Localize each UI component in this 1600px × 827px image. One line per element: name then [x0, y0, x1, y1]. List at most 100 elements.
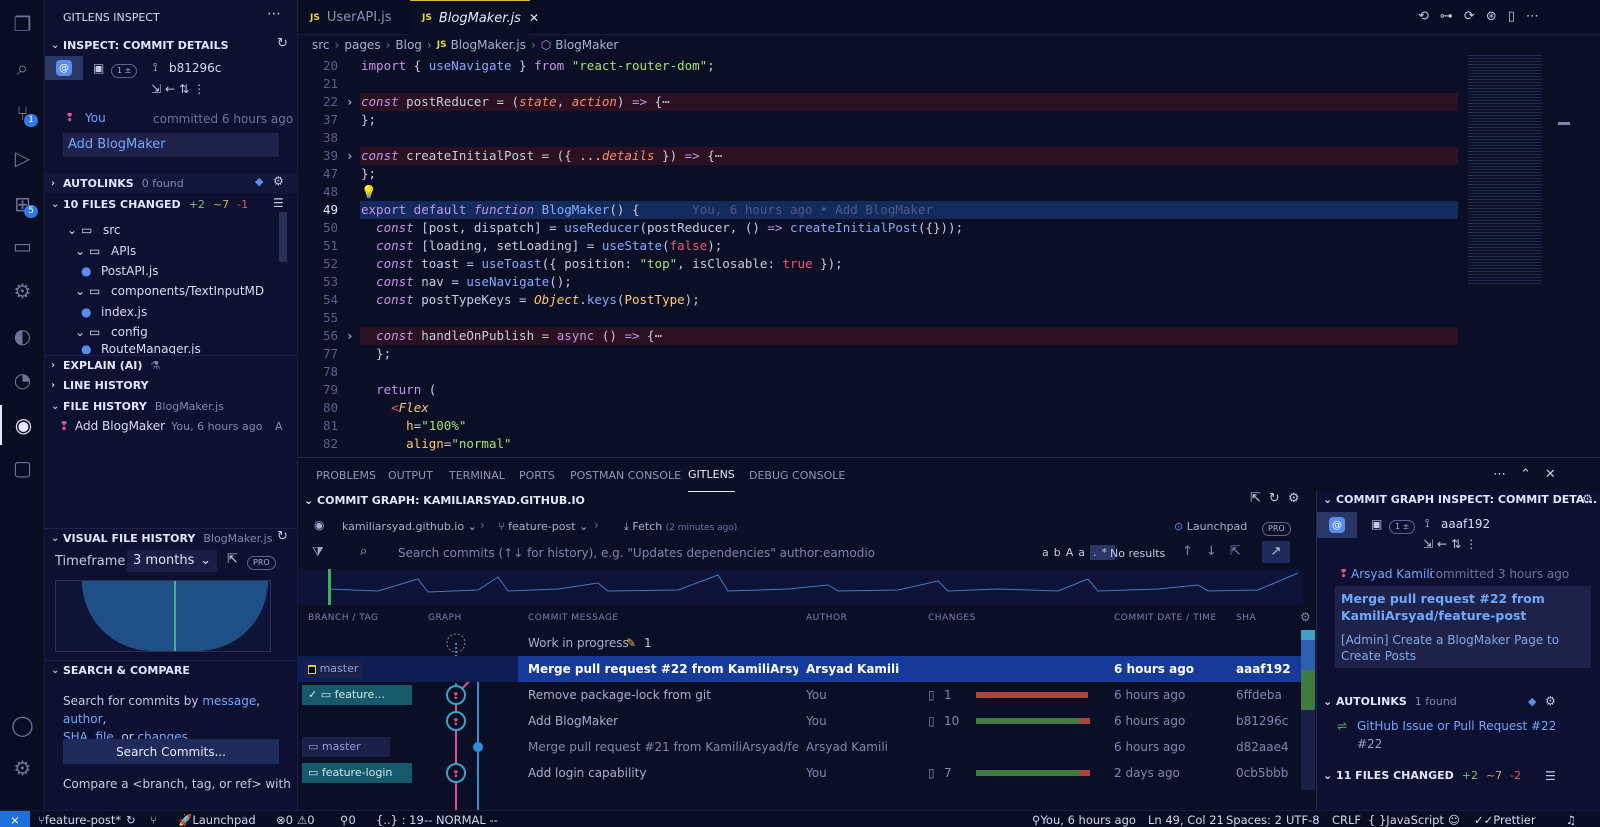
- commit-icon[interactable]: ⊶: [1440, 9, 1464, 24]
- working-changes-icon[interactable]: ▣: [1371, 517, 1382, 531]
- minimap-slider[interactable]: [1558, 122, 1570, 125]
- run-debug-icon[interactable]: ▷: [0, 138, 45, 178]
- source-control-icon[interactable]: ⑂ 1: [0, 93, 45, 133]
- postman-icon[interactable]: ⚙: [0, 271, 45, 311]
- search-commits-button[interactable]: Search Commits...: [63, 739, 279, 764]
- open-external-icon[interactable]: ⇱: [1250, 491, 1269, 506]
- column-date[interactable]: COMMIT DATE / TIME: [1114, 613, 1217, 623]
- remote-explorer-icon[interactable]: ▭: [0, 226, 45, 266]
- refresh-icon[interactable]: ↻: [1269, 491, 1288, 506]
- visual-history-chart[interactable]: [55, 580, 271, 652]
- autolinks-section-header[interactable]: ⌄ AUTOLINKS 1 found: [1323, 695, 1457, 708]
- search-icon[interactable]: ⌕: [0, 48, 45, 88]
- minimap[interactable]: [1460, 55, 1600, 457]
- remote-indicator-icon[interactable]: ⨯: [0, 811, 30, 827]
- pro-badge[interactable]: PRO: [247, 554, 276, 570]
- branch-picker[interactable]: ⑂ feature-post ⌄: [498, 520, 588, 533]
- settings-icon[interactable]: ⚙: [1288, 491, 1308, 506]
- search-compare-header[interactable]: ⌄ SEARCH & COMPARE: [45, 660, 297, 680]
- account-icon[interactable]: ◯: [0, 705, 45, 745]
- refresh-icon[interactable]: ↻: [277, 529, 288, 544]
- match-all-icon[interactable]: ab: [1042, 546, 1066, 559]
- branch-tag-master[interactable]: ▭ master: [302, 737, 390, 757]
- arrow-up-icon[interactable]: ↑: [1182, 544, 1206, 559]
- more-actions-icon[interactable]: ⋯: [1526, 9, 1550, 24]
- column-changes[interactable]: CHANGES: [928, 613, 976, 623]
- refresh-icon[interactable]: ↻: [277, 36, 288, 51]
- autolink-icon[interactable]: ◆: [1528, 695, 1536, 708]
- inspect-header[interactable]: ⌄ COMMIT GRAPH INSPECT: COMMIT DETA...: [1323, 493, 1597, 506]
- commit-author[interactable]: You: [85, 111, 106, 125]
- launchpad-button[interactable]: ⊙ Launchpad: [1174, 520, 1247, 533]
- indentation[interactable]: Spaces: 2: [1226, 811, 1282, 827]
- column-sha[interactable]: SHA: [1236, 613, 1256, 623]
- columns-settings-icon[interactable]: ⚙: [1300, 610, 1311, 624]
- open-external-icon[interactable]: ⇱: [1230, 544, 1254, 559]
- view-as-list-icon[interactable]: ☰: [1545, 769, 1556, 783]
- graph-row[interactable]: ✓ ▭ feature... Remove package-lock from …: [298, 682, 1303, 708]
- search-nav[interactable]: ↑↓⇱: [1182, 544, 1254, 559]
- tree-folder-src[interactable]: ⌄ ▭ src: [67, 220, 121, 240]
- tab-postman-console[interactable]: POSTMAN CONSOLE: [570, 458, 681, 492]
- breadcrumb-item[interactable]: BlogMaker.js: [451, 38, 526, 52]
- breadcrumb-item[interactable]: src: [312, 38, 330, 52]
- close-icon[interactable]: ✕: [529, 11, 539, 25]
- gitlens-inspect-icon[interactable]: ◉: [0, 405, 45, 445]
- tree-file-routemanager[interactable]: ● RouteManager.js: [81, 342, 201, 354]
- inline-blame[interactable]: You, 6 hours ago • Add BlogMaker: [692, 202, 933, 217]
- graph-row[interactable]: ▭ master Merge pull request #21 from Kam…: [298, 734, 1303, 760]
- commit-details-tab[interactable]: @: [45, 56, 83, 80]
- cursor-position[interactable]: Ln 49, Col 21: [1148, 811, 1224, 827]
- ports-status[interactable]: ⚲ 0: [340, 811, 356, 827]
- branch-status[interactable]: ⑂ feature-post*: [38, 811, 121, 827]
- explain-section-header[interactable]: › EXPLAIN (AI) ⚗: [45, 355, 297, 375]
- tab-ports[interactable]: PORTS: [519, 458, 555, 492]
- panel-actions[interactable]: ⋯⌃✕: [1493, 467, 1570, 482]
- tree-folder-components[interactable]: ⌄ ▭ components/TextInputMD: [75, 281, 264, 301]
- scrollbar[interactable]: [279, 212, 287, 262]
- commit-sha[interactable]: aaaf192: [1441, 517, 1490, 531]
- open-external-icon[interactable]: ⇱: [227, 552, 238, 567]
- gitlens-icon[interactable]: ◐: [0, 316, 45, 356]
- code-editor[interactable]: 20 import { useNavigate } from "react-rou…: [298, 57, 1460, 457]
- tab-gitlens[interactable]: GITLENS: [688, 458, 735, 492]
- close-icon[interactable]: ✕: [1545, 467, 1570, 482]
- fold-chevron-icon[interactable]: ›: [346, 147, 354, 165]
- notifications-icon[interactable]: ♫: [1566, 811, 1576, 827]
- more-actions-icon[interactable]: ⋯: [267, 6, 281, 22]
- graph-row[interactable]: ▭ feature-login Add login capability You…: [298, 760, 1303, 786]
- arrow-down-icon[interactable]: ↓: [1206, 544, 1230, 559]
- view-as-list-icon[interactable]: ☰: [273, 196, 284, 210]
- inspect-section-header[interactable]: ⌄ INSPECT: COMMIT DETAILS: [45, 35, 297, 55]
- branch-tag-master[interactable]: ■ master: [304, 660, 362, 678]
- column-graph[interactable]: GRAPH: [428, 613, 462, 623]
- match-case-icon[interactable]: Aa: [1066, 546, 1090, 559]
- blame-status[interactable]: ⚲ You, 6 hours ago: [1032, 811, 1136, 827]
- fetch-button[interactable]: ⤓ Fetch (2 minutes ago): [624, 520, 737, 534]
- fold-chevron-icon[interactable]: ›: [346, 93, 354, 111]
- github-icon[interactable]: ◔: [0, 360, 45, 400]
- tab-terminal[interactable]: TERMINAL: [449, 458, 505, 492]
- minimap-toggle-icon[interactable]: ↗: [1262, 541, 1290, 563]
- sync-icon[interactable]: ↻: [126, 811, 136, 827]
- graph-section-header[interactable]: ⌄ COMMIT GRAPH: KAMILIARSYAD.GITHUB.IO: [304, 494, 585, 507]
- prettier-status[interactable]: ✓✓ Prettier: [1474, 811, 1536, 827]
- commit-sha[interactable]: b81296c: [169, 61, 221, 75]
- commit-actions-icons[interactable]: ⇲←⇅⋮: [1423, 537, 1481, 551]
- breadcrumb-item[interactable]: BlogMaker: [555, 38, 618, 52]
- branch-tag-feature[interactable]: ✓ ▭ feature...: [302, 685, 412, 705]
- tree-folder-apis[interactable]: ⌄ ▭ APIs: [75, 241, 136, 261]
- more-actions-icon[interactable]: ⋯: [1493, 467, 1520, 482]
- search-icon[interactable]: ⌕: [360, 544, 367, 559]
- file-history-item[interactable]: ❢ Add BlogMaker You, 6 hours ago A: [59, 416, 295, 436]
- tab-debug-console[interactable]: DEBUG CONSOLE: [749, 458, 845, 492]
- problems-status[interactable]: ⊗ 0 ⚠ 0: [276, 811, 315, 827]
- branch-tag-feature-login[interactable]: ▭ feature-login: [302, 763, 412, 783]
- repo-picker[interactable]: kamiliarsyad.github.io ⌄: [342, 520, 477, 533]
- editor-actions[interactable]: ⟲⊶⟳⊛▯⋯: [1418, 9, 1550, 24]
- line-endings[interactable]: CRLF: [1332, 811, 1361, 827]
- tree-folder-config[interactable]: ⌄ ▭ config: [75, 322, 148, 342]
- split-editor-icon[interactable]: ▯: [1508, 9, 1526, 24]
- launchpad-status[interactable]: 🚀 Launchpad: [178, 811, 256, 827]
- breadcrumb-item[interactable]: pages: [344, 38, 380, 52]
